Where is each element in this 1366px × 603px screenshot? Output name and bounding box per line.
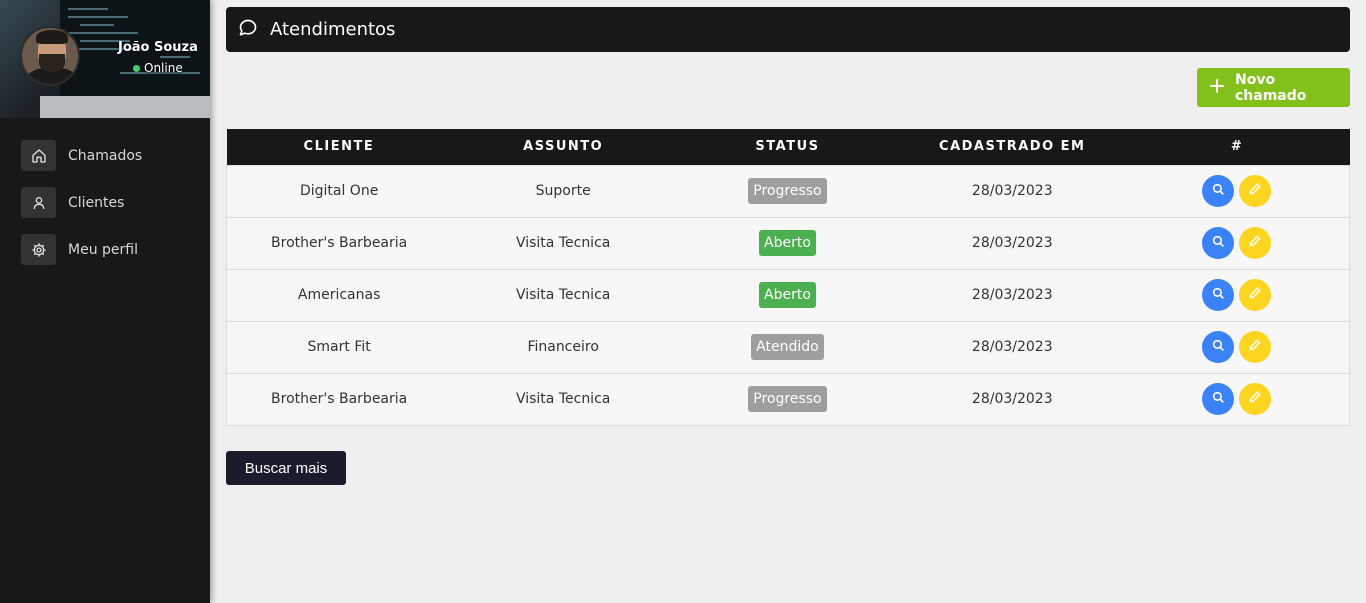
sidebar-item-chamados[interactable]: Chamados xyxy=(0,140,210,171)
table-row: Americanas Visita Tecnica Aberto 28/03/2… xyxy=(226,269,1350,321)
status-badge: Atendido xyxy=(751,334,824,360)
column-header-assunto: ASSUNTO xyxy=(523,139,604,155)
date-cell: 28/03/2023 xyxy=(971,235,1053,251)
avatar[interactable] xyxy=(20,26,80,86)
home-icon xyxy=(21,140,56,171)
edit-button[interactable] xyxy=(1239,175,1272,207)
search-icon xyxy=(1212,235,1225,252)
table-row: Digital One Suporte Progresso 28/03/2023 xyxy=(226,165,1350,217)
edit-button[interactable] xyxy=(1239,279,1272,311)
status-badge: Progresso xyxy=(748,178,827,204)
table-row: Smart Fit Financeiro Atendido 28/03/2023 xyxy=(226,321,1350,373)
profile-banner: João Souza Online xyxy=(0,0,210,118)
column-header-status: STATUS xyxy=(755,139,820,155)
client-cell: Brother's Barbearia xyxy=(271,391,408,407)
date-cell: 28/03/2023 xyxy=(971,339,1053,355)
load-more-button[interactable]: Buscar mais xyxy=(226,451,346,485)
date-cell: 28/03/2023 xyxy=(971,183,1053,199)
sidebar-item-clientes[interactable]: Clientes xyxy=(0,187,210,218)
pencil-icon xyxy=(1248,390,1262,408)
pencil-icon xyxy=(1248,182,1262,200)
sidebar-nav: Chamados Clientes Meu perfil xyxy=(0,140,210,281)
subject-cell: Visita Tecnica xyxy=(515,391,611,407)
user-status: Online xyxy=(144,61,183,75)
page-title: Atendimentos xyxy=(270,19,396,40)
new-ticket-label: Novo chamado xyxy=(1235,71,1307,104)
sidebar: João Souza Online Chamados Clientes Meu … xyxy=(0,0,210,603)
subject-cell: Visita Tecnica xyxy=(515,235,611,251)
view-button[interactable] xyxy=(1202,331,1235,363)
search-icon xyxy=(1212,287,1225,304)
tickets-table-container: CLIENTE ASSUNTO STATUS CADASTRADO EM # D… xyxy=(226,129,1350,426)
status-badge: Aberto xyxy=(759,282,816,308)
gear-icon xyxy=(21,234,56,265)
column-header-cadastrado: CADASTRADO EM xyxy=(939,139,1086,155)
subject-cell: Visita Tecnica xyxy=(515,287,611,303)
edit-button[interactable] xyxy=(1239,383,1272,415)
new-ticket-button[interactable]: Novo chamado xyxy=(1197,68,1350,107)
client-cell: Brother's Barbearia xyxy=(271,235,408,251)
user-name: João Souza xyxy=(118,40,198,55)
client-cell: Americanas xyxy=(297,287,381,303)
search-icon xyxy=(1212,391,1225,408)
subject-cell: Financeiro xyxy=(527,339,599,355)
search-icon xyxy=(1212,183,1225,200)
page-header: Atendimentos xyxy=(226,7,1350,52)
view-button[interactable] xyxy=(1202,175,1235,207)
column-header-actions: # xyxy=(1230,139,1244,155)
sidebar-item-label: Chamados xyxy=(68,147,143,164)
table-header-row: CLIENTE ASSUNTO STATUS CADASTRADO EM # xyxy=(226,129,1350,165)
view-button[interactable] xyxy=(1202,279,1235,311)
user-icon xyxy=(21,187,56,218)
background-laptop xyxy=(40,96,210,118)
chat-bubble-icon xyxy=(238,18,258,42)
pencil-icon xyxy=(1248,234,1262,252)
edit-button[interactable] xyxy=(1239,331,1272,363)
status-badge: Progresso xyxy=(748,386,827,412)
status-badge: Aberto xyxy=(759,230,816,256)
view-button[interactable] xyxy=(1202,227,1235,259)
table-row: Brother's Barbearia Visita Tecnica Progr… xyxy=(226,373,1350,425)
date-cell: 28/03/2023 xyxy=(971,391,1053,407)
plus-icon xyxy=(1209,78,1225,98)
table-row: Brother's Barbearia Visita Tecnica Abert… xyxy=(226,217,1350,269)
client-cell: Digital One xyxy=(299,183,379,199)
view-button[interactable] xyxy=(1202,383,1235,415)
sidebar-item-meu-perfil[interactable]: Meu perfil xyxy=(0,234,210,265)
sidebar-item-label: Clientes xyxy=(68,194,125,211)
subject-cell: Suporte xyxy=(535,183,591,199)
client-cell: Smart Fit xyxy=(307,339,371,355)
column-header-cliente: CLIENTE xyxy=(303,139,375,155)
pencil-icon xyxy=(1248,286,1262,304)
pencil-icon xyxy=(1248,338,1262,356)
sidebar-item-label: Meu perfil xyxy=(68,241,138,258)
edit-button[interactable] xyxy=(1239,227,1272,259)
tickets-table: CLIENTE ASSUNTO STATUS CADASTRADO EM # D… xyxy=(226,129,1350,426)
search-icon xyxy=(1212,339,1225,356)
date-cell: 28/03/2023 xyxy=(971,287,1053,303)
